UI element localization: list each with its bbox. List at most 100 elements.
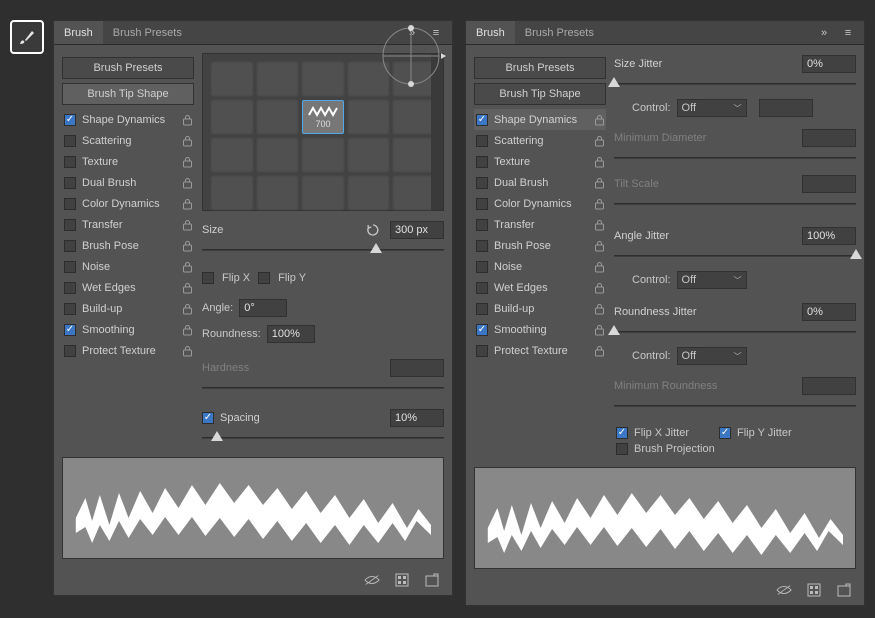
angle-jitter-slider[interactable] — [614, 249, 856, 263]
tab-brush-presets[interactable]: Brush Presets — [515, 21, 604, 44]
option-checkbox[interactable] — [476, 198, 488, 210]
option-checkbox[interactable] — [476, 240, 488, 252]
option-dual-brush[interactable]: Dual Brush — [62, 172, 194, 193]
option-scattering[interactable]: Scattering — [62, 130, 194, 151]
roundness-input[interactable]: 100% — [267, 325, 315, 343]
brush-presets-button[interactable]: Brush Presets — [474, 57, 606, 79]
option-scattering[interactable]: Scattering — [474, 130, 606, 151]
lock-icon[interactable] — [180, 344, 194, 358]
new-preset-icon[interactable] — [806, 582, 822, 598]
option-shape-dynamics[interactable]: Shape Dynamics — [474, 109, 606, 130]
flip-y-jitter-checkbox[interactable] — [719, 427, 731, 439]
angle-input[interactable]: 0° — [239, 299, 287, 317]
option-checkbox[interactable] — [64, 156, 76, 168]
option-texture[interactable]: Texture — [62, 151, 194, 172]
option-brush-pose[interactable]: Brush Pose — [474, 235, 606, 256]
option-checkbox[interactable] — [476, 135, 488, 147]
option-wet-edges[interactable]: Wet Edges — [474, 277, 606, 298]
panel-menu-icon[interactable]: ≡ — [840, 25, 856, 41]
toggle-preview-icon[interactable] — [776, 582, 792, 598]
option-smoothing[interactable]: Smoothing — [62, 319, 194, 340]
option-transfer[interactable]: Transfer — [474, 214, 606, 235]
lock-icon[interactable] — [180, 134, 194, 148]
option-checkbox[interactable] — [476, 282, 488, 294]
size-control-select[interactable]: Off﹀ — [677, 99, 747, 117]
option-noise[interactable]: Noise — [62, 256, 194, 277]
lock-icon[interactable] — [180, 239, 194, 253]
brush-projection-checkbox[interactable] — [616, 443, 628, 455]
brush-thumbnail-selected[interactable]: 700 — [302, 100, 344, 134]
option-shape-dynamics[interactable]: Shape Dynamics — [62, 109, 194, 130]
thumbnail-scrollbar[interactable] — [433, 174, 441, 204]
create-brush-icon[interactable] — [424, 572, 440, 588]
angle-control-select[interactable]: Off﹀ — [677, 271, 747, 289]
lock-icon[interactable] — [180, 155, 194, 169]
lock-icon[interactable] — [592, 113, 606, 127]
lock-icon[interactable] — [180, 176, 194, 190]
tab-brush[interactable]: Brush — [466, 21, 515, 44]
lock-icon[interactable] — [180, 323, 194, 337]
lock-icon[interactable] — [592, 176, 606, 190]
lock-icon[interactable] — [592, 344, 606, 358]
option-checkbox[interactable] — [476, 303, 488, 315]
option-noise[interactable]: Noise — [474, 256, 606, 277]
size-slider[interactable] — [202, 243, 444, 257]
lock-icon[interactable] — [592, 218, 606, 232]
option-build-up[interactable]: Build-up — [62, 298, 194, 319]
option-checkbox[interactable] — [476, 177, 488, 189]
size-jitter-input[interactable]: 0% — [802, 55, 856, 73]
brush-presets-button[interactable]: Brush Presets — [62, 57, 194, 79]
brush-tip-shape-button[interactable]: Brush Tip Shape — [474, 83, 606, 105]
option-texture[interactable]: Texture — [474, 151, 606, 172]
lock-icon[interactable] — [592, 197, 606, 211]
option-checkbox[interactable] — [64, 219, 76, 231]
option-checkbox[interactable] — [476, 324, 488, 336]
option-checkbox[interactable] — [64, 198, 76, 210]
lock-icon[interactable] — [592, 260, 606, 274]
brush-tip-shape-button[interactable]: Brush Tip Shape — [62, 83, 194, 105]
option-checkbox[interactable] — [64, 345, 76, 357]
lock-icon[interactable] — [592, 281, 606, 295]
lock-icon[interactable] — [180, 218, 194, 232]
option-checkbox[interactable] — [476, 156, 488, 168]
toggle-preview-icon[interactable] — [364, 572, 380, 588]
option-brush-pose[interactable]: Brush Pose — [62, 235, 194, 256]
option-color-dynamics[interactable]: Color Dynamics — [474, 193, 606, 214]
option-transfer[interactable]: Transfer — [62, 214, 194, 235]
lock-icon[interactable] — [180, 302, 194, 316]
option-checkbox[interactable] — [476, 345, 488, 357]
lock-icon[interactable] — [592, 134, 606, 148]
reset-size-icon[interactable] — [366, 223, 380, 237]
option-protect-texture[interactable]: Protect Texture — [474, 340, 606, 361]
size-input[interactable]: 300 px — [390, 221, 444, 239]
lock-icon[interactable] — [180, 281, 194, 295]
lock-icon[interactable] — [592, 239, 606, 253]
lock-icon[interactable] — [592, 323, 606, 337]
option-smoothing[interactable]: Smoothing — [474, 319, 606, 340]
option-build-up[interactable]: Build-up — [474, 298, 606, 319]
create-brush-icon[interactable] — [836, 582, 852, 598]
spacing-input[interactable]: 10% — [390, 409, 444, 427]
spacing-slider[interactable] — [202, 431, 444, 445]
option-checkbox[interactable] — [64, 135, 76, 147]
roundness-jitter-input[interactable]: 0% — [802, 303, 856, 321]
tab-brush[interactable]: Brush — [54, 21, 103, 44]
lock-icon[interactable] — [180, 113, 194, 127]
option-checkbox[interactable] — [64, 261, 76, 273]
option-checkbox[interactable] — [64, 114, 76, 126]
lock-icon[interactable] — [180, 260, 194, 274]
flip-x-checkbox[interactable] — [202, 272, 214, 284]
lock-icon[interactable] — [180, 197, 194, 211]
flip-x-jitter-checkbox[interactable] — [616, 427, 628, 439]
new-preset-icon[interactable] — [394, 572, 410, 588]
option-checkbox[interactable] — [476, 114, 488, 126]
option-checkbox[interactable] — [64, 282, 76, 294]
option-dual-brush[interactable]: Dual Brush — [474, 172, 606, 193]
option-checkbox[interactable] — [64, 303, 76, 315]
option-checkbox[interactable] — [476, 219, 488, 231]
lock-icon[interactable] — [592, 302, 606, 316]
tab-brush-presets[interactable]: Brush Presets — [103, 21, 192, 44]
option-checkbox[interactable] — [476, 261, 488, 273]
option-protect-texture[interactable]: Protect Texture — [62, 340, 194, 361]
spacing-checkbox[interactable] — [202, 412, 214, 424]
